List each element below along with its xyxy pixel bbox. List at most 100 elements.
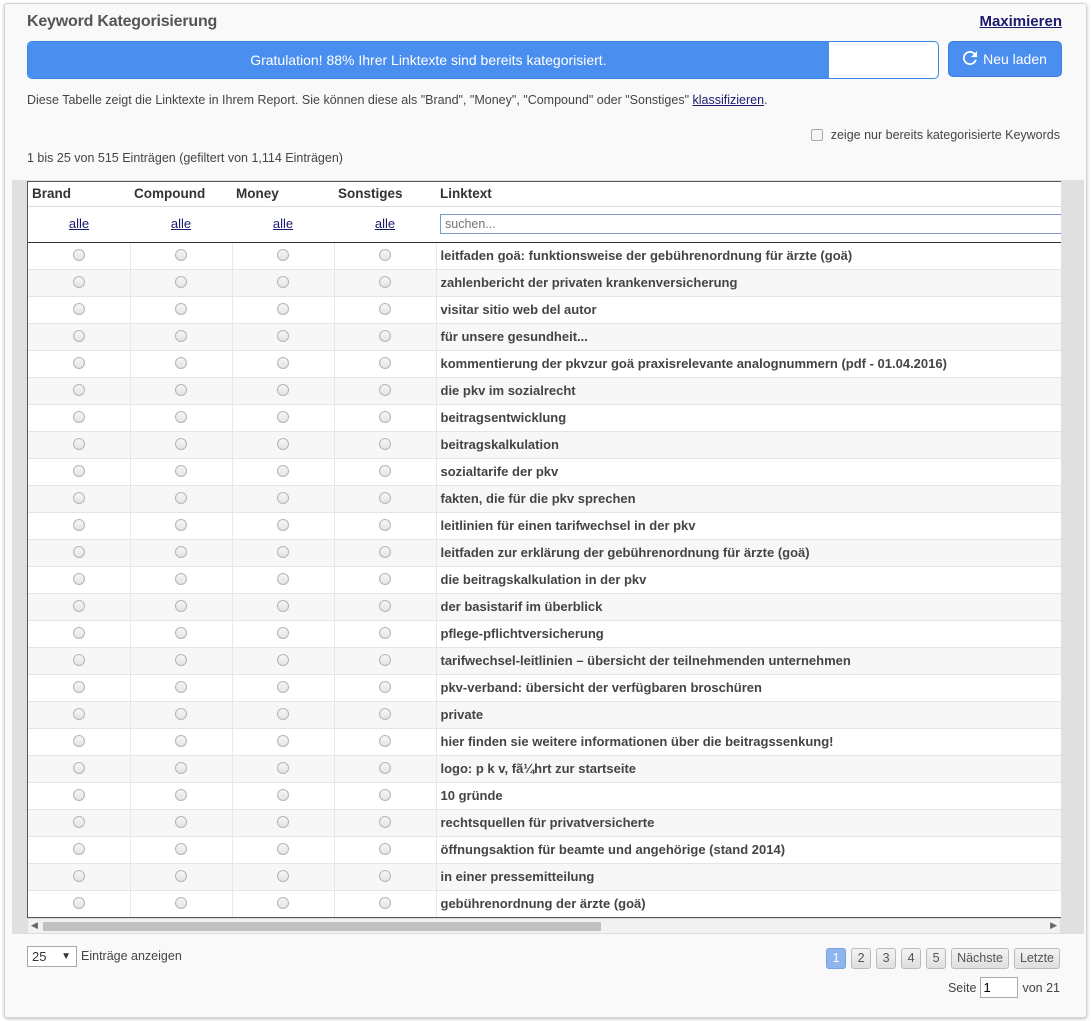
money-radio[interactable] (277, 276, 289, 289)
compound-radio[interactable] (175, 438, 187, 451)
brand-radio[interactable] (72, 870, 85, 883)
money-radio[interactable] (277, 384, 289, 397)
money-radio[interactable] (277, 411, 289, 424)
brand-radio[interactable] (72, 897, 85, 910)
page-button-5[interactable]: 5 (926, 948, 947, 969)
sonstiges-radio[interactable] (379, 897, 391, 910)
money-radio[interactable] (277, 303, 289, 316)
select-all-sonstiges-link[interactable]: alle (375, 216, 395, 231)
scrollbar-thumb[interactable] (43, 922, 601, 931)
col-compound[interactable]: Compound (130, 182, 232, 207)
money-radio[interactable] (277, 573, 289, 586)
compound-radio[interactable] (175, 600, 187, 613)
col-sonstiges[interactable]: Sonstiges (334, 182, 436, 207)
compound-radio[interactable] (175, 249, 187, 262)
page-jump-input[interactable] (980, 977, 1019, 998)
page-button-2[interactable]: 2 (851, 948, 872, 969)
sonstiges-radio[interactable] (379, 276, 391, 289)
compound-radio[interactable] (175, 654, 187, 667)
money-radio[interactable] (277, 600, 289, 613)
compound-radio[interactable] (175, 384, 187, 397)
brand-radio[interactable] (72, 735, 85, 748)
sonstiges-radio[interactable] (379, 789, 391, 802)
scroll-left-icon[interactable]: ◀ (31, 920, 38, 931)
sonstiges-radio[interactable] (379, 330, 391, 343)
brand-radio[interactable] (72, 843, 85, 856)
sonstiges-radio[interactable] (379, 492, 391, 505)
col-brand[interactable]: Brand (28, 182, 130, 207)
brand-radio[interactable] (72, 465, 85, 478)
sonstiges-radio[interactable] (379, 573, 391, 586)
money-radio[interactable] (277, 762, 289, 775)
last-page-button[interactable]: Letzte (1013, 948, 1060, 969)
money-radio[interactable] (277, 492, 289, 505)
select-all-compound-link[interactable]: alle (171, 216, 191, 231)
money-radio[interactable] (277, 519, 289, 532)
select-all-money-link[interactable]: alle (273, 216, 293, 231)
money-radio[interactable] (277, 735, 289, 748)
entries-per-page-select[interactable]: 25 ▼ (27, 946, 77, 967)
money-radio[interactable] (277, 546, 289, 559)
page-button-3[interactable]: 3 (876, 948, 897, 969)
categorized-filter[interactable]: zeige nur bereits kategorisierte Keyword… (810, 128, 1060, 142)
brand-radio[interactable] (72, 411, 85, 424)
sonstiges-radio[interactable] (379, 762, 391, 775)
reload-button[interactable]: Neu laden (948, 41, 1062, 77)
compound-radio[interactable] (175, 276, 187, 289)
compound-radio[interactable] (175, 411, 187, 424)
compound-radio[interactable] (175, 870, 187, 883)
page-button-1[interactable]: 1 (826, 948, 847, 969)
money-radio[interactable] (277, 438, 289, 451)
compound-radio[interactable] (175, 843, 187, 856)
sonstiges-radio[interactable] (379, 735, 391, 748)
maximize-link[interactable]: Maximieren (979, 13, 1062, 30)
compound-radio[interactable] (175, 330, 187, 343)
money-radio[interactable] (277, 816, 289, 829)
sonstiges-radio[interactable] (379, 708, 391, 721)
sonstiges-radio[interactable] (379, 816, 391, 829)
compound-radio[interactable] (175, 708, 187, 721)
compound-radio[interactable] (175, 519, 187, 532)
compound-radio[interactable] (175, 627, 187, 640)
brand-radio[interactable] (72, 708, 85, 721)
sonstiges-radio[interactable] (379, 681, 391, 694)
compound-radio[interactable] (175, 816, 187, 829)
compound-radio[interactable] (175, 465, 187, 478)
sonstiges-radio[interactable] (379, 843, 391, 856)
compound-radio[interactable] (175, 573, 187, 586)
linktext-search-input[interactable] (440, 214, 1061, 234)
compound-radio[interactable] (175, 546, 187, 559)
compound-radio[interactable] (175, 762, 187, 775)
brand-radio[interactable] (72, 816, 85, 829)
brand-radio[interactable] (72, 654, 85, 667)
page-button-4[interactable]: 4 (901, 948, 922, 969)
classify-link[interactable]: klassifizieren (693, 93, 765, 107)
sonstiges-radio[interactable] (379, 438, 391, 451)
sonstiges-radio[interactable] (379, 249, 391, 262)
compound-radio[interactable] (175, 681, 187, 694)
sonstiges-radio[interactable] (379, 519, 391, 532)
compound-radio[interactable] (175, 303, 187, 316)
compound-radio[interactable] (175, 789, 187, 802)
money-radio[interactable] (277, 465, 289, 478)
horizontal-scrollbar[interactable]: ◀ ▶ (27, 918, 1061, 934)
sonstiges-radio[interactable] (379, 546, 391, 559)
money-radio[interactable] (277, 357, 289, 370)
money-radio[interactable] (277, 870, 289, 883)
money-radio[interactable] (277, 654, 289, 667)
brand-radio[interactable] (72, 330, 85, 343)
brand-radio[interactable] (72, 546, 85, 559)
brand-radio[interactable] (72, 357, 85, 370)
sonstiges-radio[interactable] (379, 870, 391, 883)
brand-radio[interactable] (72, 249, 85, 262)
money-radio[interactable] (277, 330, 289, 343)
brand-radio[interactable] (72, 600, 85, 613)
compound-radio[interactable] (175, 357, 187, 370)
sonstiges-radio[interactable] (379, 654, 391, 667)
sonstiges-radio[interactable] (379, 600, 391, 613)
sonstiges-radio[interactable] (379, 411, 391, 424)
col-linktext[interactable]: Linktext (436, 182, 1061, 207)
money-radio[interactable] (277, 249, 289, 262)
sonstiges-radio[interactable] (379, 627, 391, 640)
compound-radio[interactable] (175, 897, 187, 910)
